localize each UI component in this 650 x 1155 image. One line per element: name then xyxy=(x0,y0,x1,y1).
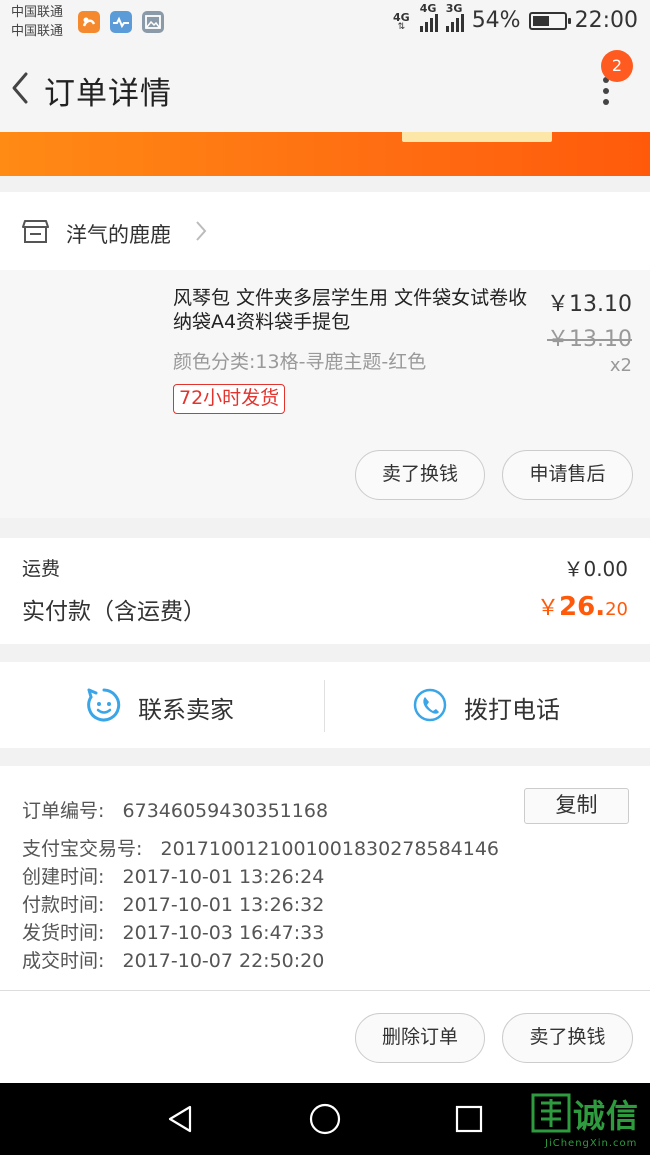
bottom-actions: 删除订单 卖了换钱 xyxy=(0,991,650,1083)
completed-time-line: 成交时间: 2017-10-07 22:50:20 xyxy=(22,946,324,973)
order-info: 订单编号: 67346059430351168 复制 支付宝交易号: 20171… xyxy=(0,766,650,990)
phone-icon[interactable] xyxy=(412,687,448,723)
sell-button-bottom[interactable]: 卖了换钱 xyxy=(502,1013,633,1063)
status-right: 4G ⇅ 4G 3G 54% 22:00 xyxy=(393,3,638,34)
carrier-2: 中国联通 xyxy=(11,24,64,39)
nav-recent-icon[interactable] xyxy=(454,1104,484,1134)
network-label-1: 4G xyxy=(393,10,410,24)
health-app-icon xyxy=(110,11,132,33)
paid-amount-label: 实付款（含运费） xyxy=(22,599,206,625)
fee-summary: 运费 ￥0.00 实付款（含运费） ￥26.20 xyxy=(0,538,650,644)
paid-decimal: 20 xyxy=(605,599,628,620)
store-icon xyxy=(22,220,49,243)
paid-time-line: 付款时间: 2017-10-01 13:26:32 xyxy=(22,890,324,917)
status-bar: 中国联通 中国联通 4G ⇅ 4G 3G 54% 22:00 xyxy=(0,0,650,44)
paid-amount-value: ￥26.20 xyxy=(537,590,628,622)
nav-home-icon[interactable] xyxy=(308,1102,342,1136)
item-original-price: ￥13.10 xyxy=(547,327,632,352)
contact-seller-button[interactable]: 联系卖家 xyxy=(138,690,234,725)
shop-name: 洋气的鹿鹿 xyxy=(66,223,171,247)
aftersale-button[interactable]: 申请售后 xyxy=(502,450,633,500)
contact-bar: 联系卖家 拨打电话 xyxy=(0,662,650,748)
completed-time-value: 2017-10-07 22:50:20 xyxy=(122,950,325,972)
shipping-fee-value: ￥0.00 xyxy=(563,557,628,581)
shop-row[interactable]: 洋气的鹿鹿 xyxy=(0,192,650,270)
sell-button[interactable]: 卖了换钱 xyxy=(355,450,485,500)
paid-time-label: 付款时间: xyxy=(22,894,105,916)
paid-time-value: 2017-10-01 13:26:32 xyxy=(122,894,325,916)
uc-browser-icon xyxy=(78,11,100,33)
gallery-icon xyxy=(142,11,164,33)
battery-percent: 54% xyxy=(471,8,521,33)
chat-face-icon[interactable] xyxy=(86,687,122,723)
created-time-label: 创建时间: xyxy=(22,866,105,888)
order-number-line: 订单编号: 67346059430351168 xyxy=(22,796,328,823)
status-banner xyxy=(0,132,650,176)
network-label-2: 4G xyxy=(419,1,437,15)
paid-integer: 26. xyxy=(559,592,606,622)
chevron-right-icon xyxy=(196,221,207,241)
created-time-value: 2017-10-01 13:26:24 xyxy=(122,866,325,888)
network-label-3: 3G xyxy=(445,1,463,15)
item-sku: 颜色分类:13格-寻鹿主题-红色 xyxy=(173,351,427,373)
order-number-value: 67346059430351168 xyxy=(122,800,329,822)
call-phone-button[interactable]: 拨打电话 xyxy=(464,690,560,725)
nav-back-icon[interactable] xyxy=(164,1103,196,1135)
battery-icon xyxy=(528,11,571,30)
contact-divider xyxy=(324,680,325,732)
shipped-time-value: 2017-10-03 16:47:33 xyxy=(122,922,325,944)
shipped-time-line: 发货时间: 2017-10-03 16:47:33 xyxy=(22,918,324,945)
notification-badge: 2 xyxy=(601,50,633,82)
order-item[interactable]: 风琴包 文件夹多层学生用 文件袋女试卷收纳袋A4资料袋手提包 ￥13.10 ￥1… xyxy=(0,270,650,518)
order-number-label: 订单编号: xyxy=(22,800,105,822)
item-quantity: x2 xyxy=(609,355,632,376)
shipped-time-label: 发货时间: xyxy=(22,922,105,944)
system-nav-bar: 诚信 JiChengXin.com xyxy=(0,1083,650,1155)
back-arrow-icon[interactable] xyxy=(8,68,32,108)
page-title: 订单详情 xyxy=(44,76,172,112)
delete-order-button[interactable]: 删除订单 xyxy=(355,1013,485,1063)
item-price: ￥13.10 xyxy=(547,292,632,317)
alipay-line: 支付宝交易号: 2017100121001001830278584146 xyxy=(22,834,499,861)
carrier-1: 中国联通 xyxy=(11,5,64,20)
watermark-text: 诚信 xyxy=(573,1097,640,1135)
title-bar: 订单详情 2 xyxy=(0,44,650,132)
completed-time-label: 成交时间: xyxy=(22,950,105,972)
alipay-value: 2017100121001001830278584146 xyxy=(160,838,500,860)
watermark-logo-icon xyxy=(531,1093,571,1133)
item-title[interactable]: 风琴包 文件夹多层学生用 文件袋女试卷收纳袋A4资料袋手提包 xyxy=(173,286,538,334)
signal-bars-2-icon: 3G xyxy=(445,3,464,32)
watermark-subtext: JiChengXin.com xyxy=(545,1138,638,1149)
alipay-label: 支付宝交易号: xyxy=(22,838,143,860)
paid-currency: ￥ xyxy=(537,596,560,621)
created-time-line: 创建时间: 2017-10-01 13:26:24 xyxy=(22,862,324,889)
shipping-tag: 72小时发货 xyxy=(173,384,286,414)
shipping-fee-label: 运费 xyxy=(22,558,61,580)
signal-4g-icon: 4G ⇅ xyxy=(393,10,410,32)
signal-bars-1-icon: 4G xyxy=(419,3,438,32)
copy-button[interactable]: 复制 xyxy=(524,788,629,824)
banner-decoration xyxy=(402,132,552,142)
clock: 22:00 xyxy=(574,8,638,33)
